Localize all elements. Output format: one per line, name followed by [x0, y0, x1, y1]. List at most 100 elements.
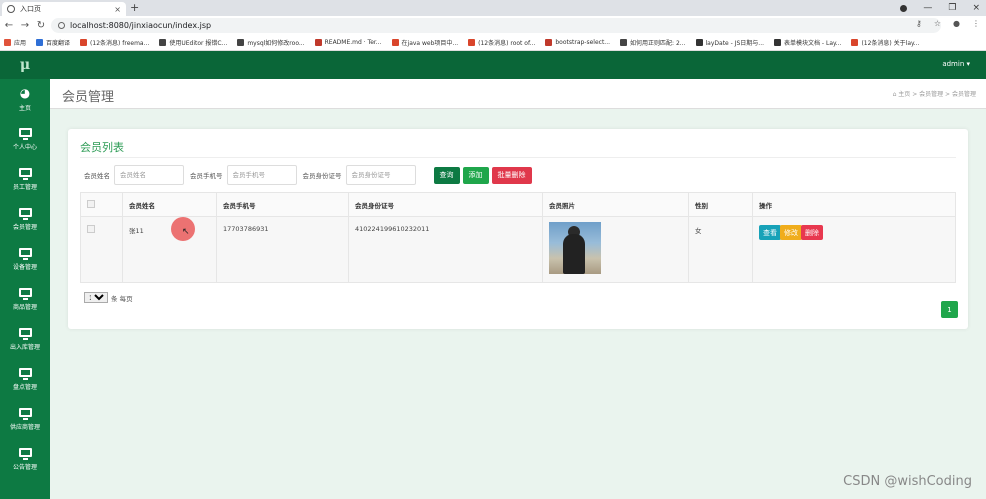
bookmark-item[interactable]: 百度翻译	[36, 38, 70, 47]
record-icon	[900, 4, 908, 12]
member-table: 会员姓名 会员手机号 会员身份证号 会员照片 性别 操作 张11 1770378…	[80, 192, 956, 283]
col-actions: 操作	[752, 192, 956, 217]
bookmark-item[interactable]: (12条消息) root of...	[468, 38, 535, 47]
sidebar: μ ◕ 主页个人中心员工管理会员管理设备管理商品管理 出入库管理盘点管理供应商管理公…	[0, 51, 50, 499]
dashboard-icon: ◕	[19, 85, 31, 100]
col-photo[interactable]: 会员照片	[542, 192, 689, 217]
watermark: CSDN @wishCoding	[843, 474, 972, 489]
sidebar-item-label: 员工管理	[12, 183, 37, 191]
name-input[interactable]	[114, 165, 184, 185]
menu-icon[interactable]: ⋮	[972, 19, 980, 28]
sidebar-item[interactable]: 个人中心	[0, 119, 50, 159]
bookmark-item[interactable]: bootstrap-select...	[545, 39, 610, 46]
sidebar-item-label: 供应商管理	[9, 423, 40, 431]
sidebar-item[interactable]: 商品管理	[0, 279, 50, 319]
sidebar-item[interactable]: 会员管理	[0, 199, 50, 239]
bookmark-favicon-icon	[774, 39, 782, 46]
sidebar-item-label: 会员管理	[12, 223, 37, 231]
bookmark-item[interactable]: 在java web项目中...	[391, 38, 459, 47]
bookmark-favicon-icon	[545, 39, 553, 46]
bookmark-item[interactable]: (12条消息) 关于lay...	[851, 38, 919, 47]
back-icon[interactable]: ←	[2, 20, 16, 31]
phone-label: 会员手机号	[190, 172, 223, 180]
cell-id: 410224199610232011	[348, 216, 543, 283]
tab-close-icon[interactable]: ×	[114, 5, 121, 14]
minimize-button[interactable]: —	[923, 3, 932, 13]
cell-gender: 女	[688, 216, 753, 283]
sidebar-item-label: 盘点管理	[12, 383, 37, 391]
profile-icon[interactable]: ●	[953, 19, 960, 28]
new-tab-button[interactable]: +	[130, 1, 139, 14]
cell-phone: 17703786931	[216, 216, 349, 283]
bookmark-label: 如何用正则匹配: 2...	[630, 40, 686, 47]
bookmark-item[interactable]: 如何用正则匹配: 2...	[620, 38, 686, 47]
browser-tab[interactable]: 入口页 ×	[2, 2, 126, 16]
sidebar-item-label: 主页	[18, 104, 31, 112]
id-input[interactable]	[345, 165, 416, 185]
bookmark-item[interactable]: 表单模块文档 - Lay...	[774, 38, 841, 47]
browser-tabbar: 入口页 × + — ❐ ×	[0, 0, 986, 16]
batch-delete-button[interactable]: 批量删除	[491, 166, 532, 184]
edit-button[interactable]: 修改	[780, 225, 802, 240]
col-phone[interactable]: 会员手机号	[216, 192, 349, 217]
window-controls: — ❐ ×	[900, 0, 980, 16]
sidebar-item-label: 个人中心	[12, 143, 37, 151]
forward-icon[interactable]: →	[18, 20, 32, 31]
sidebar-item[interactable]: 盘点管理	[0, 359, 50, 399]
bookmark-favicon-icon	[391, 39, 399, 46]
sidebar-item[interactable]: 供应商管理	[0, 399, 50, 439]
reload-icon[interactable]: ↻	[34, 20, 48, 31]
sidebar-item[interactable]: 设备管理	[0, 239, 50, 279]
row-checkbox[interactable]	[87, 225, 95, 233]
bookmark-label: 在java web项目中...	[401, 40, 459, 47]
info-icon[interactable]	[58, 22, 65, 29]
phone-input[interactable]	[226, 165, 297, 185]
page-size-select[interactable]: 10	[84, 292, 108, 303]
sidebar-item[interactable]: ◕ 主页	[0, 79, 50, 119]
url-field[interactable]: localhost:8080/jinxiaocun/index.jsp	[51, 18, 941, 33]
bookmark-item[interactable]: (12条消息) freema...	[80, 38, 149, 47]
sidebar-item[interactable]: 出入库管理	[0, 319, 50, 359]
maximize-button[interactable]: ❐	[948, 3, 956, 13]
close-window-button[interactable]: ×	[972, 3, 980, 13]
bookmarks-bar: 应用 百度翻译 (12条消息) freema... 使用UEditor 报错C... m…	[0, 35, 986, 51]
admin-dropdown[interactable]: admin ▾	[942, 60, 970, 68]
col-id[interactable]: 会员身份证号	[348, 192, 543, 217]
monitor-icon	[18, 367, 32, 380]
bookmark-item[interactable]: README.md · Ter...	[314, 39, 382, 46]
sidebar-item-label: 设备管理	[12, 263, 37, 271]
sidebar-item[interactable]: 公告管理	[0, 439, 50, 479]
monitor-icon	[18, 287, 32, 300]
bookmark-label: mysql如何修改roo...	[247, 40, 305, 47]
table-header-row: 会员姓名 会员手机号 会员身份证号 会员照片 性别 操作	[80, 192, 956, 217]
select-all-checkbox[interactable]	[87, 199, 95, 208]
table-row: 张11 17703786931 410224199610232011 女 查看修…	[80, 216, 956, 283]
sidebar-item[interactable]: 员工管理	[0, 159, 50, 199]
bookmark-label: (12条消息) 关于lay...	[861, 40, 920, 47]
view-button[interactable]: 查看	[759, 225, 781, 240]
col-gender[interactable]: 性别	[688, 192, 753, 217]
bookmark-item[interactable]: mysql如何修改roo...	[237, 38, 305, 47]
logo[interactable]: μ	[0, 51, 50, 79]
card-title: 会员列表	[80, 141, 124, 154]
monitor-icon	[18, 127, 32, 140]
bookmark-favicon-icon	[314, 39, 322, 46]
bookmark-label: 使用UEditor 报错C...	[169, 40, 228, 47]
cell-photo	[542, 216, 689, 283]
search-button[interactable]: 查询	[433, 166, 460, 184]
bookmark-item[interactable]: layDate - JS日期与...	[695, 38, 764, 47]
bookmark-item[interactable]: 使用UEditor 报错C...	[159, 38, 227, 47]
page-header: 会员管理 ⌂ 主页 > 会员管理 > 会员管理	[50, 79, 986, 109]
bookmark-label: 应用	[14, 40, 27, 47]
add-button[interactable]: 添加	[462, 166, 489, 184]
col-name[interactable]: 会员姓名	[122, 192, 217, 217]
bookmark-label: README.md · Ter...	[324, 39, 382, 46]
bookmark-item[interactable]: 应用	[4, 38, 26, 47]
bookmark-favicon-icon	[695, 39, 703, 46]
content-area: 会员列表 会员姓名 会员手机号 会员身份证号 查询 添加 批量删除 会员姓名	[50, 109, 986, 499]
key-icon[interactable]: ⚷	[916, 19, 922, 28]
delete-button[interactable]: 删除	[801, 225, 823, 240]
page-1-button[interactable]: 1	[941, 301, 958, 318]
bookmark-label: 百度翻译	[46, 40, 71, 47]
star-icon[interactable]: ☆	[934, 19, 941, 28]
